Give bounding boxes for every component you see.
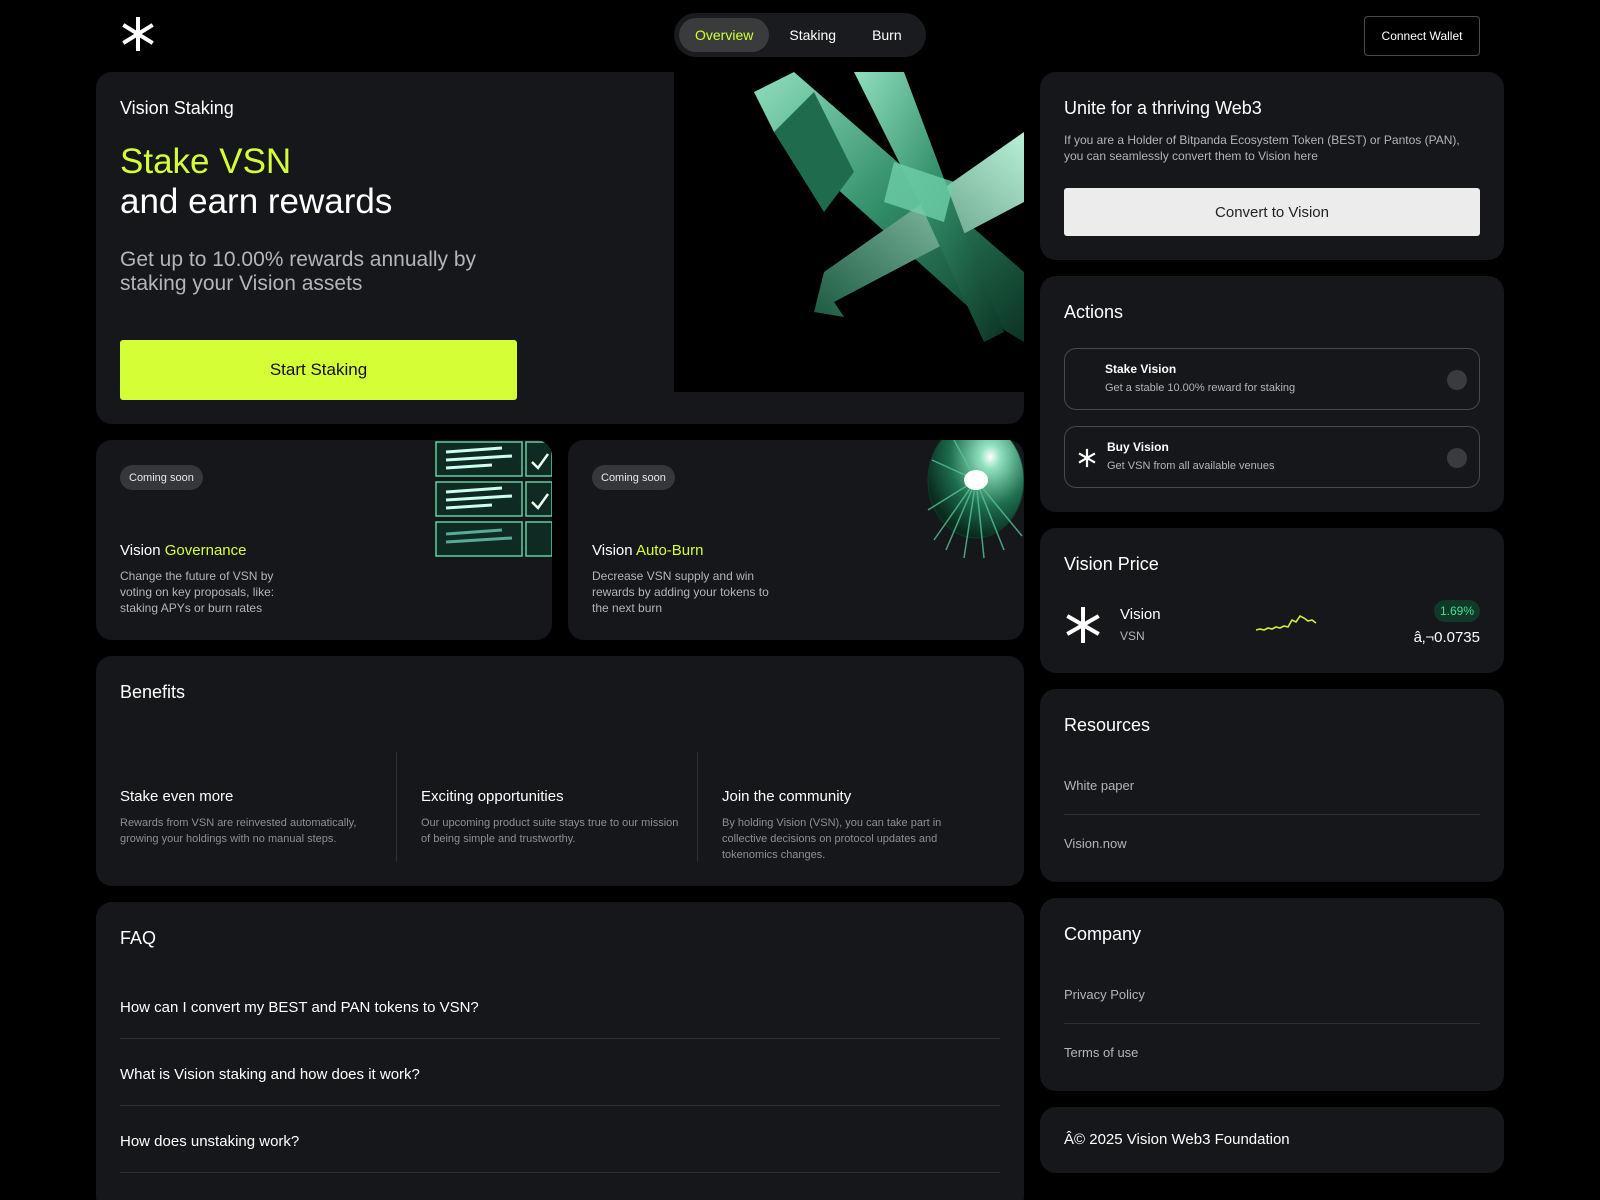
price-card: Vision Price Vision VSN 1.69% â‚¬0.0735 bbox=[1040, 528, 1504, 673]
benefit-title: Exciting opportunities bbox=[421, 788, 564, 805]
buy-vision-action[interactable]: Buy Vision Get VSN from all available ve… bbox=[1064, 426, 1480, 488]
footer-card: Â© 2025 Vision Web3 Foundation bbox=[1040, 1107, 1504, 1173]
stake-vision-action[interactable]: Stake Vision Get a stable 10.00% reward … bbox=[1064, 348, 1480, 410]
price-title: Vision Price bbox=[1064, 554, 1159, 574]
company-title: Company bbox=[1064, 924, 1142, 944]
faq-card: FAQ How can I convert my BEST and PAN to… bbox=[96, 902, 1024, 1200]
faq-question[interactable]: What is Vision staking and how does it w… bbox=[120, 1039, 1000, 1106]
vision-logo-icon bbox=[1078, 448, 1096, 468]
coming-soon-badge: Coming soon bbox=[592, 465, 675, 490]
company-card: Company Privacy Policy Terms of use bbox=[1040, 898, 1504, 1091]
auto-burn-card[interactable]: Coming soon Vision Auto-Burn Decrease VS… bbox=[568, 440, 1024, 640]
hero-title: and earn rewards bbox=[120, 182, 393, 221]
auto-burn-description: Decrease VSN supply and win rewards by a… bbox=[592, 569, 769, 615]
company-links: Privacy Policy Terms of use bbox=[1064, 966, 1480, 1080]
hero-title-highlight: Stake VSN bbox=[120, 142, 292, 181]
faq-list: How can I convert my BEST and PAN tokens… bbox=[120, 972, 1000, 1173]
ballot-checklist-image bbox=[435, 441, 552, 557]
benefit-description: Rewards from VSN are reinvested automati… bbox=[120, 817, 357, 845]
governance-title: Vision Governance bbox=[120, 542, 246, 559]
action-title: Buy Vision bbox=[1107, 440, 1169, 454]
auto-burn-title-prefix: Vision bbox=[592, 542, 633, 559]
flame-flower-image bbox=[927, 440, 1024, 559]
connect-wallet-button[interactable]: Connect Wallet bbox=[1364, 16, 1480, 56]
auto-burn-title-highlight: Auto-Burn bbox=[635, 542, 704, 559]
convert-title: Unite for a thriving Web3 bbox=[1064, 98, 1262, 118]
governance-title-highlight: Governance bbox=[164, 542, 247, 559]
main-tabs: Overview Staking Burn bbox=[674, 13, 926, 57]
white-paper-link[interactable]: White paper bbox=[1064, 757, 1480, 814]
hero-card: Vision Staking Stake VSN and earn reward… bbox=[96, 72, 1024, 424]
governance-card[interactable]: Coming soon Vision Governance Change the… bbox=[96, 440, 552, 640]
copyright-text: Â© 2025 Vision Web3 Foundation bbox=[1064, 1131, 1290, 1148]
tab-burn[interactable]: Burn bbox=[856, 18, 918, 52]
action-title: Stake Vision bbox=[1105, 362, 1177, 376]
price-sparkline bbox=[1255, 614, 1317, 631]
token-name: Vision bbox=[1120, 606, 1161, 623]
action-indicator-icon bbox=[1447, 370, 1467, 390]
auto-burn-title: Vision Auto-Burn bbox=[592, 542, 703, 559]
action-indicator-icon bbox=[1447, 448, 1467, 468]
tab-staking[interactable]: Staking bbox=[773, 18, 852, 52]
hero-label: Vision Staking bbox=[120, 98, 234, 118]
benefit-item: Join the community By holding Vision (VS… bbox=[697, 752, 997, 862]
benefit-item: Exciting opportunities Our upcoming prod… bbox=[396, 752, 696, 862]
token-symbol: VSN bbox=[1120, 629, 1145, 643]
benefit-title: Join the community bbox=[722, 788, 852, 805]
vision-logo-icon[interactable] bbox=[120, 16, 156, 52]
privacy-policy-link[interactable]: Privacy Policy bbox=[1064, 966, 1480, 1023]
governance-description: Change the future of VSN by voting on ke… bbox=[120, 569, 275, 615]
hero-subtitle: Get up to 10.00% rewards annually by sta… bbox=[120, 248, 477, 295]
actions-card: Actions Stake Vision Get a stable 10.00%… bbox=[1040, 276, 1504, 512]
resources-title: Resources bbox=[1064, 715, 1151, 735]
benefit-item: Stake even more Rewards from VSN are rei… bbox=[120, 752, 420, 862]
token-price: â‚¬0.0735 bbox=[1413, 629, 1480, 646]
convert-card: Unite for a thriving Web3 If you are a H… bbox=[1040, 72, 1504, 260]
tab-overview[interactable]: Overview bbox=[679, 18, 770, 52]
vision-now-link[interactable]: Vision.now bbox=[1064, 814, 1480, 871]
faq-question[interactable]: How can I convert my BEST and PAN tokens… bbox=[120, 972, 1000, 1039]
governance-title-prefix: Vision bbox=[120, 542, 161, 559]
convert-description: If you are a Holder of Bitpanda Ecosyste… bbox=[1064, 133, 1460, 163]
price-change-badge: 1.69% bbox=[1433, 600, 1480, 622]
resources-links: White paper Vision.now bbox=[1064, 757, 1480, 871]
vision-logo-icon bbox=[1066, 607, 1100, 643]
terms-of-use-link[interactable]: Terms of use bbox=[1064, 1023, 1480, 1080]
faq-title: FAQ bbox=[120, 928, 157, 948]
actions-title: Actions bbox=[1064, 302, 1124, 322]
benefit-description: By holding Vision (VSN), you can take pa… bbox=[722, 817, 942, 861]
faq-question[interactable]: How does unstaking work? bbox=[120, 1106, 1000, 1173]
convert-to-vision-button[interactable]: Convert to Vision bbox=[1064, 188, 1480, 236]
benefits-card: Benefits Stake even more Rewards from VS… bbox=[96, 656, 1024, 886]
action-description: Get VSN from all available venues bbox=[1107, 460, 1275, 472]
benefit-description: Our upcoming product suite stays true to… bbox=[421, 817, 679, 845]
hero-3d-logo-image bbox=[674, 72, 1024, 392]
benefits-title: Benefits bbox=[120, 682, 186, 702]
benefit-title: Stake even more bbox=[120, 788, 234, 805]
start-staking-button[interactable]: Start Staking bbox=[120, 340, 517, 400]
coming-soon-badge: Coming soon bbox=[120, 465, 203, 490]
action-description: Get a stable 10.00% reward for staking bbox=[1105, 382, 1296, 394]
resources-card: Resources White paper Vision.now bbox=[1040, 689, 1504, 882]
